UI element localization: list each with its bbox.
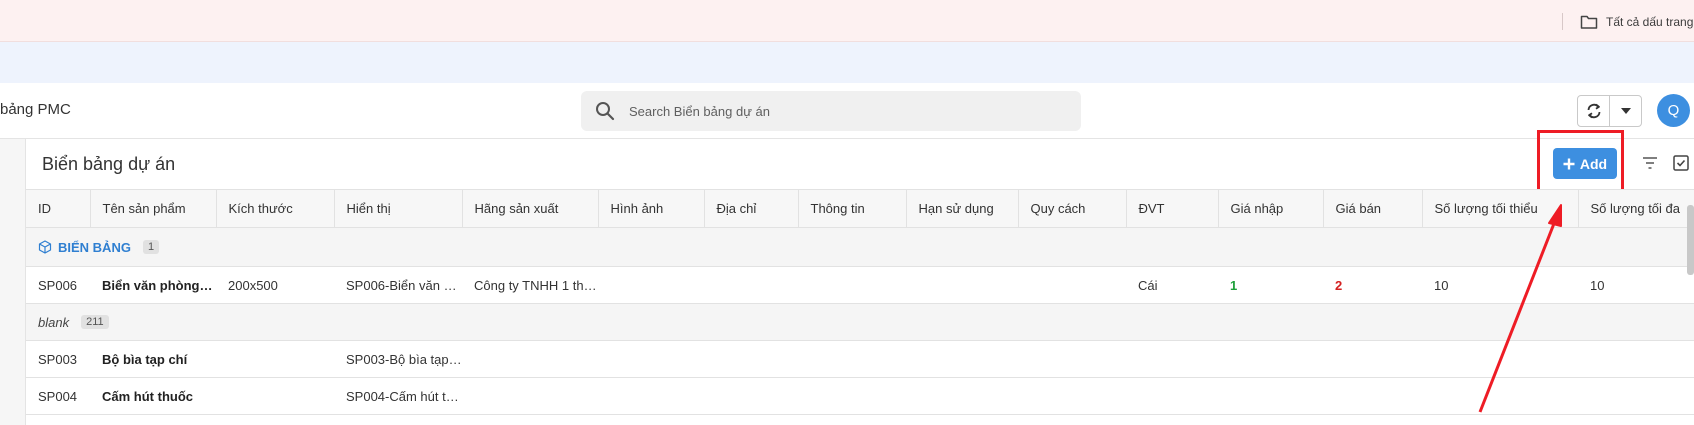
cell-min-qty: 10 — [1422, 266, 1578, 304]
column-header[interactable]: Giá nhập — [1218, 189, 1324, 228]
cell-expiry — [906, 377, 1018, 415]
column-header[interactable]: Hình ảnh — [598, 189, 705, 228]
checkbox-icon[interactable] — [1672, 154, 1690, 172]
avatar[interactable]: Q — [1657, 94, 1690, 127]
search-icon — [596, 102, 615, 121]
column-header[interactable]: Kích thước — [216, 189, 335, 228]
cell-maker — [462, 377, 598, 415]
info-bar — [0, 42, 1694, 83]
cube-icon — [38, 240, 52, 254]
cell-expiry — [906, 340, 1018, 378]
table-row[interactable]: SP004 Cấm hút thuốc SP004-Cấm hút thuốc — [26, 377, 1694, 415]
cell-name: Biển văn phòng BQL — [90, 266, 216, 304]
table-header-row: ID Tên sản phẩm Kích thước Hiển thị Hãng… — [26, 189, 1694, 228]
bookmark-bar: Tất cả dấu trang — [0, 0, 1694, 42]
cell-image — [598, 266, 704, 304]
cell-min-qty — [1422, 377, 1578, 415]
group-label: BIỂN BẢNG — [58, 239, 131, 255]
cell-address — [704, 377, 798, 415]
app-title: bảng PMC — [0, 101, 71, 118]
cell-maker — [462, 340, 598, 378]
annotation-highlight-box — [1537, 130, 1624, 197]
column-header[interactable]: Hãng sản xuất — [462, 189, 599, 228]
cell-sell-price — [1323, 377, 1422, 415]
column-header[interactable]: Số lượng tối thiểu — [1422, 189, 1579, 228]
all-bookmarks-label: Tất cả dấu trang — [1606, 15, 1694, 29]
cell-min-qty — [1422, 340, 1578, 378]
column-header[interactable]: Thông tin — [798, 189, 907, 228]
column-header[interactable]: ĐVT — [1126, 189, 1219, 228]
cell-size: 200x500 — [216, 266, 334, 304]
bookmark-separator — [1562, 13, 1563, 30]
sync-icon — [1587, 103, 1601, 119]
cell-expiry — [906, 266, 1018, 304]
folder-icon — [1580, 15, 1598, 29]
column-header[interactable]: Địa chỉ — [704, 189, 799, 228]
cell-info — [798, 266, 906, 304]
cell-max-qty — [1578, 340, 1694, 378]
cell-maker: Công ty TNHH 1 thành viên — [462, 266, 598, 304]
group-row-blank[interactable]: blank 211 — [26, 303, 1694, 341]
cell-image — [598, 377, 704, 415]
cell-id: SP003 — [26, 340, 90, 378]
search-input[interactable] — [629, 101, 1049, 121]
cell-display: SP004-Cấm hút thuốc — [334, 377, 462, 415]
cell-buy-price — [1218, 377, 1323, 415]
cell-name: Cấm hút thuốc — [90, 377, 216, 415]
cell-display: SP003-Bộ bìa tạp chí — [334, 340, 462, 378]
group-count-badge: 1 — [142, 240, 160, 254]
cell-buy-price: 1 — [1218, 266, 1323, 304]
cell-spec — [1018, 377, 1126, 415]
cell-unit — [1126, 377, 1218, 415]
column-header[interactable]: ID — [26, 189, 91, 228]
group-label: blank — [38, 314, 70, 330]
cell-unit: Cái — [1126, 266, 1218, 304]
page-title: Biển bảng dự án — [42, 154, 176, 174]
cell-id: SP006 — [26, 266, 90, 304]
all-bookmarks-button[interactable]: Tất cả dấu trang — [1580, 12, 1693, 32]
vertical-scrollbar[interactable] — [1687, 205, 1694, 275]
column-header[interactable]: Quy cách — [1018, 189, 1127, 228]
left-sidebar-rail — [0, 139, 26, 425]
cell-info — [798, 377, 906, 415]
group-row-bien-bang[interactable]: BIỂN BẢNG 1 — [26, 227, 1694, 267]
table-row[interactable]: SP003 Bộ bìa tạp chí SP003-Bộ bìa tạp ch… — [26, 340, 1694, 378]
cell-size — [216, 377, 334, 415]
sync-button[interactable] — [1578, 96, 1611, 126]
cell-buy-price — [1218, 340, 1323, 378]
cell-address — [704, 266, 798, 304]
group-count-badge: 211 — [81, 315, 109, 329]
sync-button-group — [1577, 95, 1642, 127]
sync-options-dropdown[interactable] — [1610, 96, 1641, 126]
filter-icon[interactable] — [1641, 154, 1659, 172]
cell-image — [598, 340, 704, 378]
cell-spec — [1018, 340, 1126, 378]
cell-display: SP006-Biển văn phòng BQL — [334, 266, 462, 304]
cell-max-qty: 10 — [1578, 266, 1694, 304]
cell-id: SP004 — [26, 377, 90, 415]
column-header[interactable]: Số lượng tối đa — [1578, 189, 1694, 228]
column-header[interactable]: Tên sản phẩm — [90, 189, 217, 228]
cell-size — [216, 340, 334, 378]
column-header[interactable]: Hiển thị — [334, 189, 463, 228]
column-header[interactable]: Hạn sử dụng — [906, 189, 1019, 228]
cell-address — [704, 340, 798, 378]
products-table: ID Tên sản phẩm Kích thước Hiển thị Hãng… — [26, 189, 1694, 425]
table-row[interactable]: SP006 Biển văn phòng BQL 200x500 SP006-B… — [26, 266, 1694, 304]
column-header[interactable]: Giá bán — [1323, 189, 1423, 228]
app-header: bảng PMC Q — [0, 83, 1694, 139]
search-box[interactable] — [581, 91, 1081, 131]
caret-down-icon — [1620, 108, 1631, 114]
cell-sell-price — [1323, 340, 1422, 378]
cell-spec — [1018, 266, 1126, 304]
cell-name: Bộ bìa tạp chí — [90, 340, 216, 378]
cell-max-qty — [1578, 377, 1694, 415]
cell-unit — [1126, 340, 1218, 378]
cell-sell-price: 2 — [1323, 266, 1422, 304]
cell-info — [798, 340, 906, 378]
